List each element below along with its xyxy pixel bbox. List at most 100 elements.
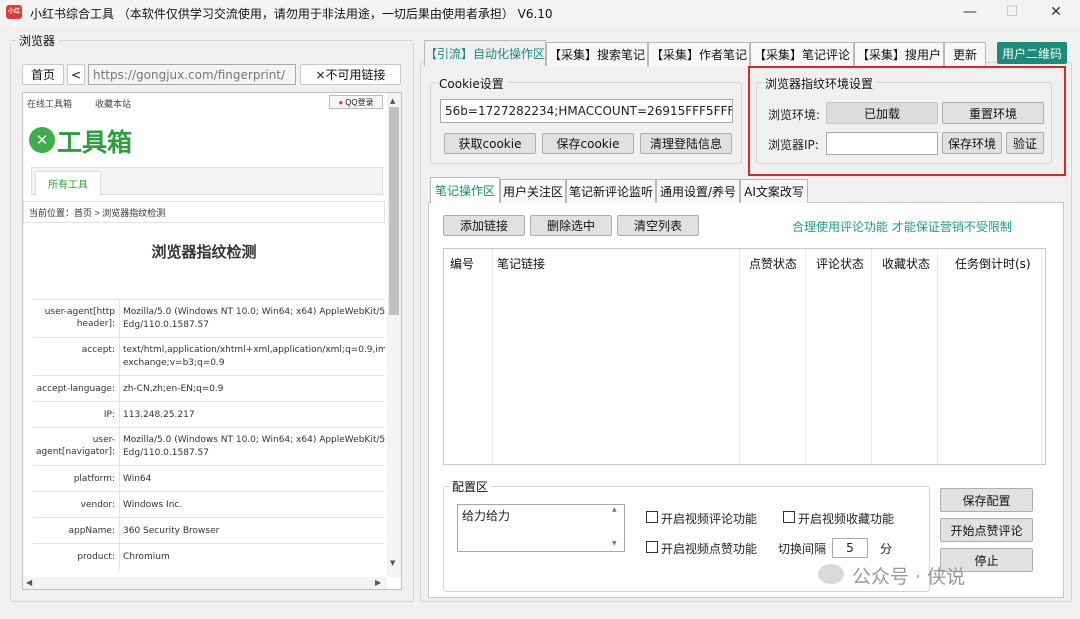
config-group-title: 配置区 [449, 478, 492, 495]
toolbox-logo-text: 工具箱 [57, 129, 133, 157]
save-env-button[interactable]: 保存环境 [942, 132, 1002, 154]
get-cookie-button[interactable]: 获取cookie [444, 133, 536, 154]
wechat-icon [818, 564, 844, 584]
nav-bookmark[interactable]: 收藏本站 [95, 97, 131, 110]
fingerprint-row-label: vendor: [80, 500, 115, 510]
top-tab-3[interactable]: 【采集】笔记评论 [750, 42, 854, 66]
user-qr-button[interactable]: 用户二维码 [997, 42, 1067, 64]
col-header-link[interactable]: 笔记链接 [497, 255, 545, 272]
horizontal-scrollbar[interactable]: ◀ ▶ [23, 577, 387, 589]
browser-ip-input[interactable] [826, 132, 938, 155]
start-like-comment-button[interactable]: 开始点赞评论 [940, 518, 1033, 542]
fingerprint-row-label: IP: [103, 410, 115, 420]
sub-tab-1[interactable]: 用户关注区 [500, 179, 566, 203]
save-config-button[interactable]: 保存配置 [940, 488, 1033, 512]
fingerprint-row-label: accept-language: [36, 384, 115, 394]
sub-tab-4[interactable]: AI文案改写 [740, 179, 808, 203]
reset-env-button[interactable]: 重置环境 [942, 102, 1044, 124]
maximize-button[interactable]: ☐ [1002, 4, 1022, 20]
scroll-down-icon[interactable]: ▼ [390, 559, 395, 567]
app-icon: 小红书 [6, 5, 22, 29]
fingerprint-group-title: 浏览器指纹环境设置 [762, 75, 877, 92]
all-tools-tab[interactable]: 所有工具 [35, 171, 101, 195]
top-tab-4[interactable]: 【采集】搜用户 [854, 42, 944, 66]
clear-login-button[interactable]: 清理登陆信息 [640, 133, 732, 154]
fingerprint-row-value: 360 Security Browser [123, 526, 220, 536]
video-like-label: 开启视频点赞功能 [661, 542, 758, 556]
breadcrumb: 当前位置：首页 > 浏览器指纹检测 [29, 208, 166, 218]
url-input[interactable]: https://gongjux.com/fingerprint/ [88, 64, 296, 85]
vertical-scrollbar[interactable]: ▲ ▼ [387, 93, 401, 577]
watermark-text: 公众号 · 侠说 [852, 566, 966, 588]
col-header-id[interactable]: 编号 [450, 255, 474, 272]
fingerprint-row: user-agent[http header]: Mozilla/5.0 (Win… [33, 299, 385, 338]
fingerprint-row: accept: text/html,application/xhtml+xml,a… [33, 337, 385, 376]
top-tab-0[interactable]: 【引流】自动化操作区 [424, 40, 546, 66]
col-header-like[interactable]: 点赞状态 [749, 255, 797, 272]
video-collect-label: 开启视频收藏功能 [798, 512, 895, 526]
sub-tab-2[interactable]: 笔记新评论监听 [566, 179, 656, 203]
ip-label: 浏览器IP: [768, 138, 819, 152]
verify-button[interactable]: 验证 [1006, 132, 1044, 154]
fingerprint-row-value-cont: Edg/110.0.1587.57 [123, 448, 209, 458]
page-heading: 浏览器指纹检测 [151, 244, 257, 261]
fingerprint-row-label: appName: [68, 526, 115, 536]
qq-login-button[interactable]: ● QQ登录 [329, 95, 383, 109]
env-status: 已加载 [826, 102, 938, 124]
fingerprint-row-label: accept: [81, 345, 115, 355]
col-header-comment[interactable]: 评论状态 [816, 255, 864, 272]
nav-online-tools[interactable]: 在线工具箱 [27, 97, 72, 110]
delete-selected-button[interactable]: 删除选中 [530, 215, 612, 236]
sub-tab-0[interactable]: 笔记操作区 [430, 177, 500, 203]
minimize-button[interactable]: — [960, 4, 980, 20]
notes-table[interactable]: 编号 笔记链接 点赞状态 评论状态 收藏状态 任务倒计时(s) [443, 248, 1046, 465]
qq-icon: ● [338, 97, 344, 107]
scrollbar-thumb[interactable] [389, 107, 399, 315]
window-title: 小红书综合工具 （本软件仅供学习交流使用，请勿用于非法用途，一切后果由使用者承担… [30, 7, 553, 21]
home-button[interactable]: 首页 [22, 64, 64, 85]
config-text-area[interactable]: 给力给力 [457, 504, 625, 552]
notice-text: 合理使用评论功能 才能保证营销不受限制 [792, 220, 1012, 234]
back-button[interactable]: < [67, 64, 85, 85]
fingerprint-row: IP: 113.248.25.217 [33, 401, 385, 428]
textarea-scroll-down-icon[interactable]: ▼ [612, 540, 617, 547]
top-tab-5[interactable]: 更新 [944, 42, 986, 66]
fingerprint-row: appName: 360 Security Browser [33, 517, 385, 544]
scroll-right-icon[interactable]: ▶ [375, 578, 381, 587]
fingerprint-row-value: Chromium [123, 552, 170, 562]
video-collect-checkbox[interactable] [783, 511, 795, 523]
sub-tab-3[interactable]: 通用设置/养号 [656, 179, 740, 203]
fingerprint-row-label: user-agent[http header]: [44, 307, 115, 329]
fingerprint-row: platform: Win64 [33, 465, 385, 492]
fingerprint-row-value: Windows Inc. [123, 500, 183, 510]
col-header-countdown[interactable]: 任务倒计时(s) [955, 255, 1031, 272]
toolbox-logo-icon: ✕ [29, 127, 55, 153]
unavailable-link-button[interactable]: ×不可用链接 [300, 64, 401, 85]
browser-viewport[interactable]: 在线工具箱 收藏本站 ● QQ登录 ✕ 工具箱 所有工具 当前位置：首页 > 浏览… [22, 92, 402, 590]
fingerprint-row-value: Mozilla/5.0 (Windows NT 10.0; Win64; x64… [123, 307, 385, 317]
textarea-scroll-up-icon[interactable]: ▲ [612, 506, 617, 513]
fingerprint-row: product: Chromium [33, 543, 385, 570]
fingerprint-row-value-cont: Edg/110.0.1587.57 [123, 320, 209, 330]
close-button[interactable]: ✕ [1046, 4, 1066, 20]
fingerprint-row-label: product: [77, 552, 115, 562]
top-tab-1[interactable]: 【采集】搜索笔记 [546, 42, 648, 66]
clear-list-button[interactable]: 清空列表 [617, 215, 699, 236]
scroll-left-icon[interactable]: ◀ [26, 578, 32, 587]
video-comment-label: 开启视频评论功能 [661, 512, 758, 526]
cookie-group-title: Cookie设置 [436, 75, 507, 92]
browser-group-title: 浏览器 [16, 32, 59, 49]
top-tab-2[interactable]: 【采集】作者笔记 [648, 42, 750, 66]
add-link-button[interactable]: 添加链接 [443, 215, 525, 236]
interval-input[interactable]: 5 [832, 538, 868, 558]
fingerprint-row: user-agent[navigator]: Mozilla/5.0 (Windo… [33, 427, 385, 466]
video-comment-checkbox[interactable] [646, 511, 658, 523]
fingerprint-row: vendor: Windows Inc. [33, 491, 385, 518]
cookie-input[interactable]: 56b=1727282234;HMACCOUNT=26915FFF5FFF87E… [440, 99, 733, 123]
fingerprint-row-value: text/html,application/xhtml+xml,applicat… [123, 345, 385, 355]
fingerprint-row: accept-language: zh-CN,zh;en-EN;q=0.9 [33, 375, 385, 402]
save-cookie-button[interactable]: 保存cookie [542, 133, 634, 154]
video-like-checkbox[interactable] [646, 541, 658, 553]
scroll-up-icon[interactable]: ▲ [390, 97, 395, 105]
col-header-collect[interactable]: 收藏状态 [882, 255, 930, 272]
